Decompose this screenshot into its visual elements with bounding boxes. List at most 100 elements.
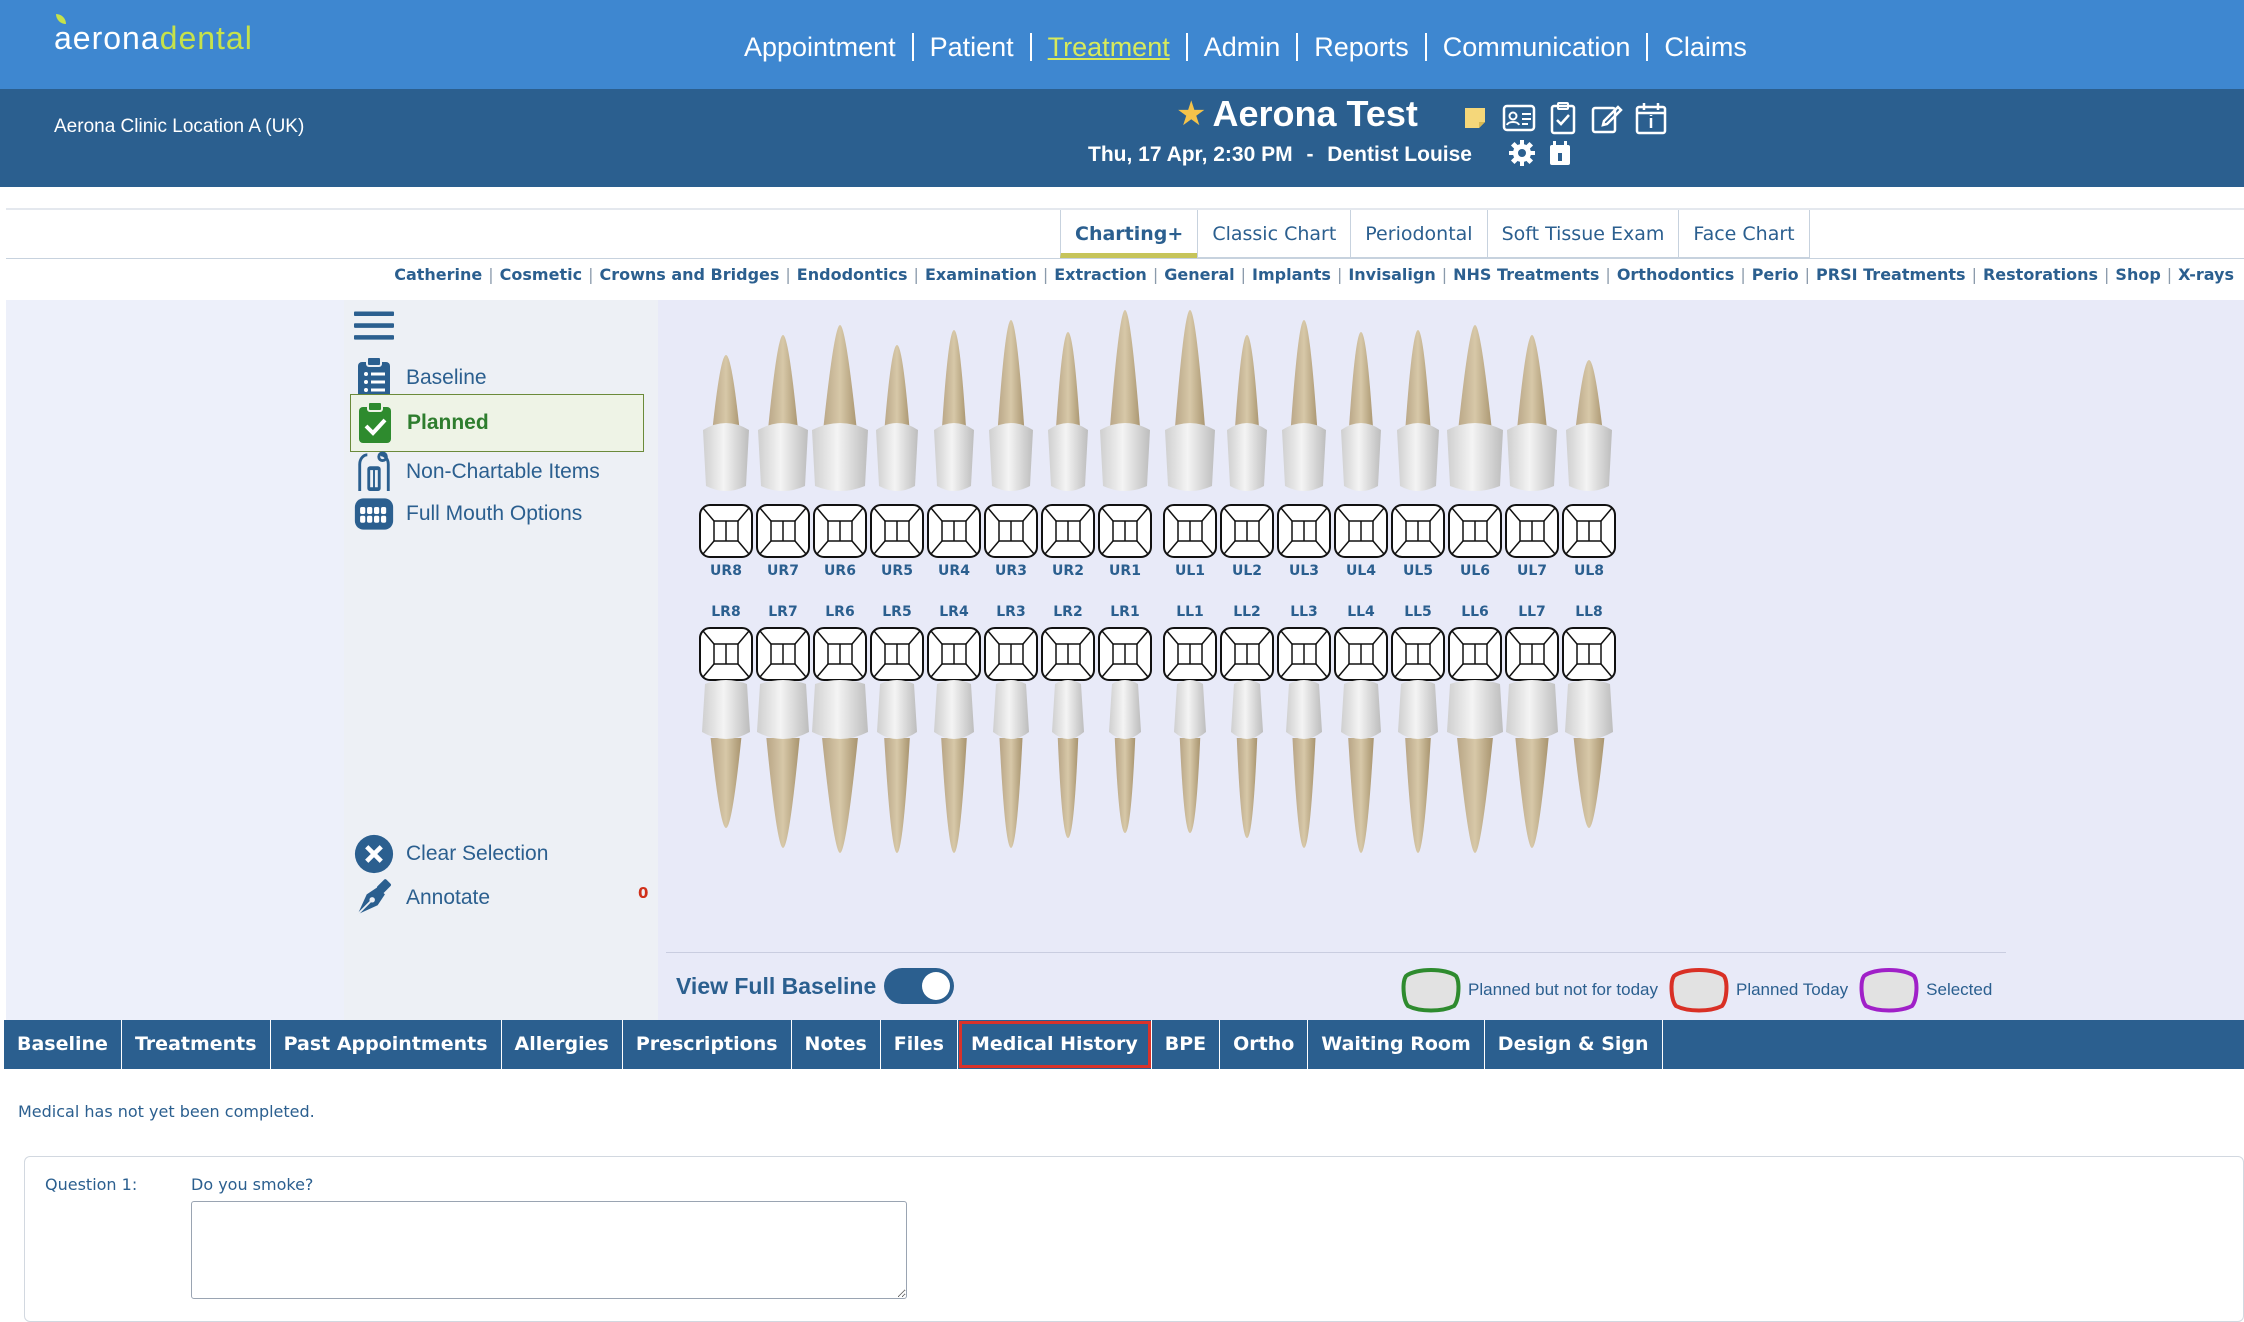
tooth-ur3[interactable]: UR3 (984, 320, 1038, 579)
tooth-ul3[interactable]: UL3 (1277, 320, 1331, 579)
tab-periodontal[interactable]: Periodontal (1350, 210, 1486, 258)
category-general[interactable]: General (1164, 265, 1234, 284)
tab-prescriptions[interactable]: Prescriptions (623, 1020, 792, 1069)
appointment-time[interactable]: Thu, 17 Apr, 2:30 PM (1088, 143, 1293, 166)
calendar-info-icon[interactable] (1634, 101, 1668, 135)
tooth-ul5[interactable]: UL5 (1391, 330, 1445, 579)
category-invisalign[interactable]: Invisalign (1348, 265, 1435, 284)
planned-tool[interactable]: Planned (350, 394, 644, 452)
dentist-name[interactable]: Dentist Louise (1327, 143, 1472, 166)
sticky-note-icon[interactable] (1458, 101, 1492, 135)
tab-files[interactable]: Files (881, 1020, 958, 1069)
calendar-icon[interactable] (1548, 139, 1572, 171)
tooth-lr5[interactable]: LR5 (870, 604, 924, 853)
tooth-ul2[interactable]: UL2 (1220, 335, 1274, 579)
tooth-label: LR4 (939, 604, 969, 620)
aerona-logo[interactable]: aeronadental (54, 14, 253, 57)
tab-notes[interactable]: Notes (792, 1020, 881, 1069)
nav-communication[interactable]: Communication (1427, 32, 1647, 63)
tooth-ur8[interactable]: UR8 (699, 355, 753, 579)
hamburger-menu-button[interactable] (354, 306, 406, 346)
tooth-lr7[interactable]: LR7 (756, 604, 810, 848)
tooth-ll1[interactable]: LL1 (1163, 604, 1217, 833)
tooth-crown (934, 423, 974, 491)
nav-patient[interactable]: Patient (914, 32, 1030, 63)
category-crowns-and-bridges[interactable]: Crowns and Bridges (599, 265, 779, 284)
category-orthodontics[interactable]: Orthodontics (1617, 265, 1735, 284)
tab-classic-chart[interactable]: Classic Chart (1197, 210, 1350, 258)
clipboard-check-icon[interactable] (1546, 101, 1580, 135)
tab-design-sign[interactable]: Design & Sign (1485, 1020, 1663, 1069)
tooth-ul1[interactable]: UL1 (1163, 310, 1217, 579)
tab-baseline[interactable]: Baseline (4, 1020, 122, 1069)
category-nhs-treatments[interactable]: NHS Treatments (1453, 265, 1599, 284)
tooth-ur5[interactable]: UR5 (870, 345, 924, 579)
tab-face-chart[interactable]: Face Chart (1678, 210, 1810, 258)
tooth-ll6[interactable]: LL6 (1447, 604, 1503, 853)
category-restorations[interactable]: Restorations (1983, 265, 2098, 284)
category-separator: | (1605, 265, 1611, 284)
tooth-ur7[interactable]: UR7 (756, 335, 810, 579)
tooth-lr4[interactable]: LR4 (927, 604, 981, 853)
tooth-lr1[interactable]: LR1 (1098, 604, 1152, 833)
category-cosmetic[interactable]: Cosmetic (500, 265, 582, 284)
tooth-lr6[interactable]: LR6 (812, 604, 868, 853)
category-shop[interactable]: Shop (2115, 265, 2160, 284)
tab-soft-tissue-exam[interactable]: Soft Tissue Exam (1486, 210, 1679, 258)
baseline-tool-label: Baseline (406, 366, 487, 389)
nav-claims[interactable]: Claims (1648, 32, 1763, 63)
clinic-location[interactable]: Aerona Clinic Location A (UK) (54, 116, 304, 138)
category-catherine[interactable]: Catherine (394, 265, 482, 284)
tooth-ll7[interactable]: LL7 (1505, 604, 1559, 848)
category-implants[interactable]: Implants (1252, 265, 1331, 284)
category-separator: | (1336, 265, 1343, 284)
gear-icon[interactable] (1508, 139, 1536, 171)
patient-name[interactable]: Aerona Test (1212, 93, 1417, 135)
tooth-ur4[interactable]: UR4 (927, 330, 981, 579)
tooth-label: UR7 (767, 563, 799, 579)
tooth-ul6[interactable]: UL6 (1447, 325, 1503, 579)
tooth-ul8[interactable]: UL8 (1562, 360, 1616, 579)
category-endodontics[interactable]: Endodontics (797, 265, 908, 284)
question-answer-field[interactable] (191, 1201, 907, 1299)
category-x-rays[interactable]: X-rays (2178, 265, 2234, 284)
star-icon[interactable]: ★ (1176, 94, 1206, 134)
tooth-ur2[interactable]: UR2 (1041, 332, 1095, 579)
tooth-ll2[interactable]: LL2 (1220, 604, 1274, 838)
tooth-lr3[interactable]: LR3 (984, 604, 1038, 848)
tooth-ll5[interactable]: LL5 (1391, 604, 1445, 853)
baseline-tool[interactable]: Baseline (354, 356, 487, 398)
tab-waiting-room[interactable]: Waiting Room (1308, 1020, 1485, 1069)
category-extraction[interactable]: Extraction (1054, 265, 1147, 284)
tooth-lr2[interactable]: LR2 (1041, 604, 1095, 838)
tab-past-appointments[interactable]: Past Appointments (271, 1020, 502, 1069)
tab-charting[interactable]: Charting+ (1060, 210, 1198, 258)
id-card-icon[interactable] (1502, 101, 1536, 135)
clear-selection-button[interactable]: Clear Selection (354, 834, 548, 874)
nav-reports[interactable]: Reports (1298, 32, 1425, 63)
tooth-ll3[interactable]: LL3 (1277, 604, 1331, 848)
category-examination[interactable]: Examination (925, 265, 1037, 284)
non-chartable-tool[interactable]: Non-Chartable Items (354, 451, 600, 492)
tooth-ur1[interactable]: UR1 (1098, 310, 1152, 579)
category-prsi-treatments[interactable]: PRSI Treatments (1816, 265, 1966, 284)
tab-medical-history[interactable]: Medical History (958, 1020, 1152, 1069)
tooth-ll8[interactable]: LL8 (1562, 604, 1616, 828)
view-full-baseline-toggle[interactable] (884, 968, 955, 1004)
tooth-ul4[interactable]: UL4 (1334, 332, 1388, 579)
tab-allergies[interactable]: Allergies (502, 1020, 623, 1069)
tooth-ll4[interactable]: LL4 (1334, 604, 1388, 853)
nav-admin[interactable]: Admin (1188, 32, 1297, 63)
tab-ortho[interactable]: Ortho (1220, 1020, 1309, 1069)
tooth-lr8[interactable]: LR8 (699, 604, 753, 828)
edit-icon[interactable] (1590, 101, 1624, 135)
tooth-ur6[interactable]: UR6 (812, 325, 868, 579)
nav-treatment[interactable]: Treatment (1032, 32, 1186, 63)
category-perio[interactable]: Perio (1752, 265, 1799, 284)
full-mouth-tool[interactable]: Full Mouth Options (354, 494, 582, 534)
tab-bpe[interactable]: BPE (1152, 1020, 1221, 1069)
tooth-ul7[interactable]: UL7 (1505, 335, 1559, 579)
tab-treatments[interactable]: Treatments (122, 1020, 271, 1069)
annotate-button[interactable]: Annotate (354, 878, 490, 918)
nav-appointment[interactable]: Appointment (728, 32, 912, 63)
